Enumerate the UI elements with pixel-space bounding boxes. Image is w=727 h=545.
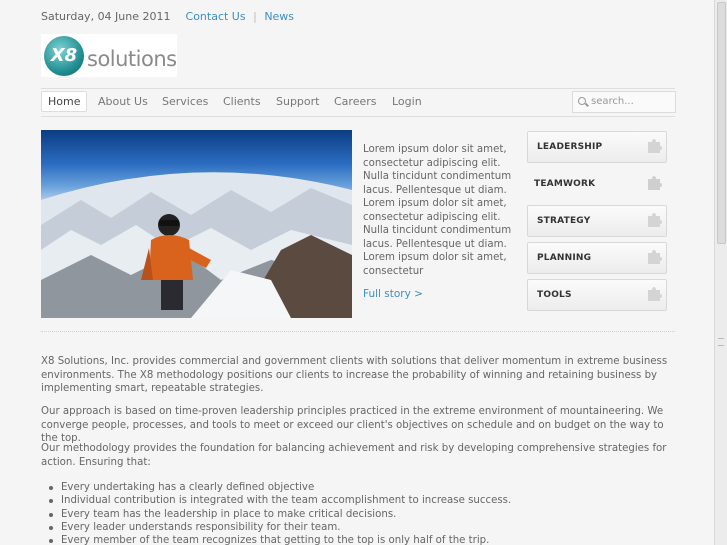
date-label: Saturday, 04 June 2011 bbox=[41, 10, 171, 23]
leadership-button[interactable]: LEADERSHIP bbox=[527, 131, 667, 163]
approach-paragraph: Our approach is based on time-proven lea… bbox=[41, 406, 664, 444]
list-item: Every leader understands responsibility … bbox=[49, 521, 691, 534]
list-item: Every undertaking has a clearly defined … bbox=[49, 481, 691, 494]
leadership-button-label: LEADERSHIP bbox=[537, 142, 603, 152]
mountaineer-photo bbox=[41, 172, 352, 318]
planning-button-label: PLANNING bbox=[537, 253, 592, 263]
section-divider bbox=[41, 331, 675, 332]
scrollbar-grip bbox=[718, 338, 724, 346]
principles-list: Every undertaking has a clearly defined … bbox=[41, 481, 691, 545]
planning-button[interactable]: PLANNING bbox=[527, 242, 667, 274]
intro-paragraph: X8 Solutions, Inc. provides commercial a… bbox=[41, 356, 668, 394]
logo[interactable]: X8 solutions bbox=[41, 34, 177, 77]
logo-mark: X8 bbox=[44, 36, 84, 76]
topbar: Saturday, 04 June 2011 Contact Us | News bbox=[41, 10, 294, 23]
page: Saturday, 04 June 2011 Contact Us | News… bbox=[0, 0, 715, 545]
hero-image bbox=[41, 130, 352, 318]
logo-mark-text: X8 bbox=[50, 45, 78, 66]
nav-item-login[interactable]: Login bbox=[392, 92, 422, 111]
news-link[interactable]: News bbox=[264, 10, 294, 23]
teamwork-button[interactable]: TEAMWORK bbox=[527, 168, 667, 200]
nav-item-clients[interactable]: Clients bbox=[223, 92, 261, 111]
scrollbar-thumb[interactable] bbox=[717, 2, 726, 244]
story-excerpt: Lorem ipsum dolor sit amet, consectetur … bbox=[363, 144, 512, 277]
puzzle-icon bbox=[648, 139, 662, 153]
nav-item-support[interactable]: Support bbox=[276, 92, 319, 111]
list-item: Every team has the leadership in place t… bbox=[49, 508, 691, 521]
strategy-button[interactable]: STRATEGY bbox=[527, 205, 667, 237]
search-box[interactable] bbox=[572, 91, 676, 113]
puzzle-icon bbox=[648, 250, 662, 264]
puzzle-icon bbox=[648, 213, 662, 227]
methodology-paragraph: Our methodology provides the foundation … bbox=[41, 443, 667, 468]
teamwork-button-label: TEAMWORK bbox=[534, 179, 596, 189]
nav-item-careers[interactable]: Careers bbox=[334, 92, 377, 111]
tools-button[interactable]: TOOLS bbox=[527, 279, 667, 311]
tools-button-label: TOOLS bbox=[537, 290, 572, 300]
puzzle-icon bbox=[648, 176, 662, 190]
link-separator: | bbox=[253, 10, 257, 23]
contact-us-link[interactable]: Contact Us bbox=[186, 10, 246, 23]
nav-item-home[interactable]: Home bbox=[41, 91, 88, 112]
list-item: Every member of the team recognizes that… bbox=[49, 534, 691, 545]
search-icon bbox=[578, 97, 586, 105]
list-item: Individual contribution is integrated wi… bbox=[49, 494, 691, 507]
nav-item-about-us[interactable]: About Us bbox=[98, 92, 148, 111]
logo-wordmark: solutions bbox=[87, 47, 177, 71]
strategy-button-label: STRATEGY bbox=[537, 216, 591, 226]
nav-item-services[interactable]: Services bbox=[162, 92, 208, 111]
full-story-link[interactable]: Full story > bbox=[363, 288, 423, 300]
search-input[interactable] bbox=[591, 94, 671, 108]
puzzle-icon bbox=[648, 287, 662, 301]
vertical-scrollbar[interactable] bbox=[714, 0, 727, 545]
